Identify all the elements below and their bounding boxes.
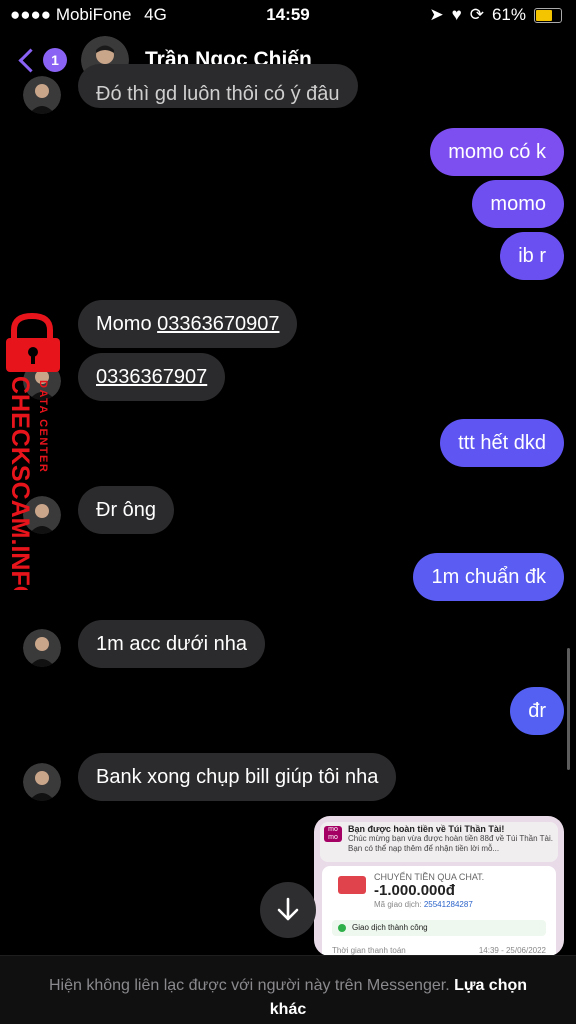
arrow-down-icon (277, 897, 299, 921)
chevron-left-icon (18, 47, 43, 73)
message-incoming[interactable]: 0336367907 (78, 353, 226, 401)
check-icon (338, 924, 346, 932)
time-row: Thời gian thanh toán 14:39 - 25/06/2022 (332, 946, 546, 955)
checkscam-watermark: CHECKSCAM.INFO DATA CENTER (6, 312, 60, 590)
success-banner: Giao dịch thành công (332, 920, 546, 936)
sender-avatar (23, 763, 61, 801)
phone-link[interactable]: 03363670907 (157, 313, 279, 335)
message-outgoing[interactable]: 1m chuẩn đk (413, 553, 564, 601)
transaction-id: Mã giao dịch: 25541284287 (374, 900, 473, 909)
money-icon (338, 876, 366, 894)
notice-text: Hiện không liên lạc được với người này t… (48, 977, 450, 994)
back-button[interactable]: 1 (16, 47, 67, 73)
time-label: Thời gian thanh toán (332, 946, 406, 955)
transfer-label: CHUYỂN TIỀN QUA CHAT. (374, 872, 485, 882)
sender-avatar (23, 76, 61, 114)
heart-icon: ♥ (451, 5, 462, 24)
message-text: Momo (96, 313, 158, 335)
message-outgoing[interactable]: momo (472, 180, 564, 228)
momo-logo: mo mo (324, 826, 342, 842)
message-incoming[interactable]: 1m acc dưới nha (78, 620, 266, 668)
battery-percent: 61% (491, 5, 526, 24)
time-value: 14:39 - 25/06/2022 (478, 946, 546, 955)
notification-banner: mo mo Bạn được hoàn tiền về Túi Thần Tài… (320, 822, 558, 862)
transaction-card: CHUYỂN TIỀN QUA CHAT. -1.000.000đ Mã gia… (322, 866, 556, 956)
message-incoming[interactable]: Bank xong chụp bill giúp tôi nha (78, 753, 397, 801)
battery-icon (534, 7, 562, 23)
message-outgoing[interactable]: momo có k (430, 128, 564, 176)
rotation-lock-icon: ⟳ (469, 5, 484, 24)
image-attachment[interactable]: mo mo Bạn được hoàn tiền về Túi Thần Tài… (314, 816, 564, 956)
scroll-to-bottom-button[interactable] (260, 882, 316, 938)
message-outgoing[interactable]: đr (510, 687, 564, 735)
message-incoming-partial[interactable]: Đó thì gd luôn thôi có ý đâu (78, 64, 358, 108)
message-outgoing[interactable]: ttt hết dkd (440, 419, 564, 467)
amount: -1.000.000đ (374, 882, 455, 899)
sender-avatar (23, 629, 61, 667)
success-text: Giao dịch thành công (352, 923, 428, 932)
unavailable-notice: Hiện không liên lạc được với người này t… (0, 955, 576, 1024)
txn-label: Mã giao dịch: (374, 900, 422, 909)
notification-title: Bạn được hoàn tiền về Túi Thần Tài! (348, 824, 505, 834)
location-icon: ➤ (429, 5, 444, 24)
watermark-brand: CHECKSCAM.INFO (6, 376, 34, 590)
scrollbar[interactable] (567, 648, 570, 770)
status-icons: ➤ ♥ ⟳ 61% (429, 5, 562, 25)
phone-link[interactable]: 0336367907 (96, 366, 207, 388)
status-bar: ●●●● MobiFone 4G 14:59 ➤ ♥ ⟳ 61% (0, 0, 576, 32)
unread-badge: 1 (43, 48, 67, 72)
message-incoming[interactable]: Đr ông (78, 486, 175, 534)
message-incoming[interactable]: Momo 03363670907 (78, 300, 298, 348)
txn-id: 25541284287 (423, 900, 473, 909)
message-outgoing[interactable]: ib r (500, 232, 564, 280)
watermark-sub: DATA CENTER (37, 380, 49, 473)
notification-body: Chúc mừng bạn vừa được hoàn tiền 88đ về … (348, 834, 553, 853)
